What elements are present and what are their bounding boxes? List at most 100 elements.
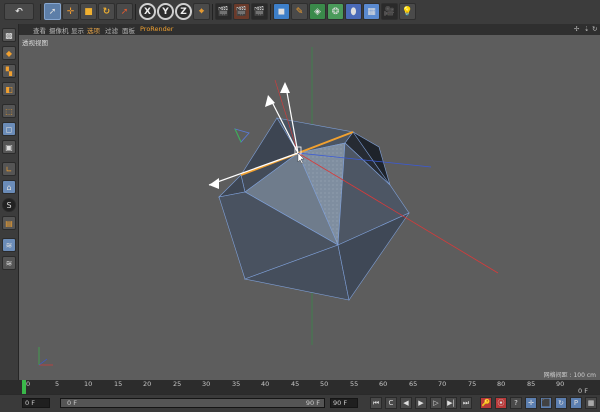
rotate-button[interactable]: ↻ [98,3,115,20]
viewport-nav-move-icon[interactable]: ✢ [574,25,579,33]
scale-key-button[interactable]: ⬛ [540,397,552,409]
previous-frame-button[interactable]: ◀ [400,397,412,409]
model-mode-button[interactable]: ◆ [2,46,16,60]
move-icon: ✛ [66,6,75,17]
tick-label: 85 [527,380,536,388]
scale-button[interactable]: ■ [80,3,97,20]
spline-pen-button[interactable]: ✎ [291,3,308,20]
snap-button[interactable]: S [2,198,16,212]
menu-view[interactable]: 查看 [33,25,46,35]
recent-tools-button[interactable]: ➚ [116,3,133,20]
viewport-solo-button[interactable]: ≋ [2,256,16,270]
viewport-nav-arrow-icon[interactable]: ⇣ [584,25,589,33]
texture-icon: ▚ [5,66,13,76]
tweak-icon: ⌂ [6,182,12,192]
menu-prorender[interactable]: ProRender [140,25,173,33]
z-axis-lock-button[interactable]: Z [175,3,192,20]
menu-display[interactable]: 显示 [71,25,84,35]
viewport-menu-bar: 查看 摄像机 显示 选项 过滤 面板 ProRender ✢ ⇣ ↻ [19,24,600,35]
undo-button[interactable]: ↶ [4,3,34,20]
tick-label: 60 [379,380,388,388]
live-selection-button[interactable]: ➚ [44,3,61,20]
pen-icon: ✎ [295,6,304,17]
render-settings-button[interactable]: 🎬 [251,3,268,20]
gizmo-plane-handle [234,128,250,143]
previous-key-button[interactable]: C [385,397,397,409]
go-to-end-button[interactable]: ⏭ [460,397,472,409]
tick-label: 5 [55,380,60,388]
deformer-button[interactable]: ⬮ [345,3,362,20]
keyframe-selection-button[interactable]: ? [510,397,522,409]
tick-label: 70 [438,380,447,388]
move-button[interactable]: ✛ [62,3,79,20]
recent-tools-icon: ➚ [120,6,129,17]
scene-canvas[interactable] [19,35,600,380]
coordinate-system-button[interactable]: ⌖ [193,3,210,20]
autokey-button[interactable]: ⦿ [495,397,507,409]
cloner-button[interactable]: ❂ [327,3,344,20]
go-to-start-button[interactable]: ⏮ [370,397,382,409]
tick-label: 80 [497,380,506,388]
workplane-mode-button[interactable]: ◧ [2,82,16,96]
autokey-icon: ⦿ [497,399,505,407]
subdivision-icon: ◈ [314,6,321,17]
camera-button[interactable]: 🎥 [381,3,398,20]
texture-mode-button[interactable]: ▚ [2,64,16,78]
max-frame-field[interactable]: 90 F [330,398,358,408]
edges-icon: ◻ [5,124,13,134]
scale-key-icon: ⬛ [541,399,551,407]
floor-button[interactable]: ▦ [363,3,380,20]
tick-label: 10 [84,380,93,388]
perspective-viewport[interactable]: 透视视图 网格间距: 100 cm [19,35,600,380]
record-button[interactable]: 🔑 [480,397,492,409]
current-frame-field[interactable]: 0 F [22,398,50,408]
timeline-ruler[interactable]: 0 5 10 15 20 25 30 35 40 45 50 55 60 65 … [0,380,600,395]
polygons-mode-button[interactable]: ▣ [2,140,16,154]
model-icon: ◆ [5,48,13,58]
menu-options[interactable]: 选项 [87,25,100,35]
cloner-icon: ❂ [331,6,340,17]
tweak-mode-button[interactable]: ⌂ [2,180,16,194]
camera-icon: 🎥 [383,6,396,17]
tick-label: 90 [556,380,565,388]
record-key-icon: 🔑 [481,399,491,407]
axis-icon: ∟ [5,164,13,174]
range-start-label: 0 F [67,399,77,407]
parameter-key-button[interactable]: P [570,397,582,409]
solo-button[interactable]: ≋ [2,238,16,252]
snap-s-icon: S [6,200,12,210]
bend-icon: ⬮ [350,6,357,17]
next-key-button[interactable]: ▶| [445,397,457,409]
make-editable-button[interactable]: ▩ [2,28,16,42]
grid-key-icon: ▦ [587,399,595,407]
rotation-key-button[interactable]: ↻ [555,397,567,409]
menu-panel[interactable]: 面板 [122,25,135,35]
grid-spacing-label: 网格间距 : 100 cm [543,372,596,379]
point-level-anim-button[interactable]: ▦ [585,397,597,409]
x-axis-lock-button[interactable]: X [139,3,156,20]
y-axis-lock-button[interactable]: Y [157,3,174,20]
workplane-lock-button[interactable]: ▤ [2,216,16,230]
frame-range-slider[interactable]: 0 F 90 F [60,398,325,408]
tick-label: 45 [291,380,300,388]
play-button[interactable]: ▶ [415,397,427,409]
menu-cameras[interactable]: 摄像机 [49,25,69,35]
position-key-button[interactable]: ✛ [525,397,537,409]
move-key-icon: ✛ [528,399,534,407]
menu-filter[interactable]: 过滤 [105,25,118,35]
render-view-button[interactable]: 🎬 [215,3,232,20]
viewport-nav-rotate-icon[interactable]: ↻ [592,25,597,33]
viewport-solo-icon: ≋ [5,258,13,268]
subdivision-surface-button[interactable]: ◈ [309,3,326,20]
tick-label: 55 [350,380,359,388]
render-to-picture-viewer-button[interactable]: 🎬 [233,3,250,20]
points-mode-button[interactable]: ⬚ [2,104,16,118]
tick-label: 15 [114,380,123,388]
cube-object-button[interactable]: ◼ [273,3,290,20]
axis-mode-button[interactable]: ∟ [2,162,16,176]
tick-label: 25 [173,380,182,388]
icosahedron-object [218,117,410,301]
light-button[interactable]: 💡 [399,3,416,20]
next-frame-button[interactable]: ▷ [430,397,442,409]
edges-mode-button[interactable]: ◻ [2,122,16,136]
